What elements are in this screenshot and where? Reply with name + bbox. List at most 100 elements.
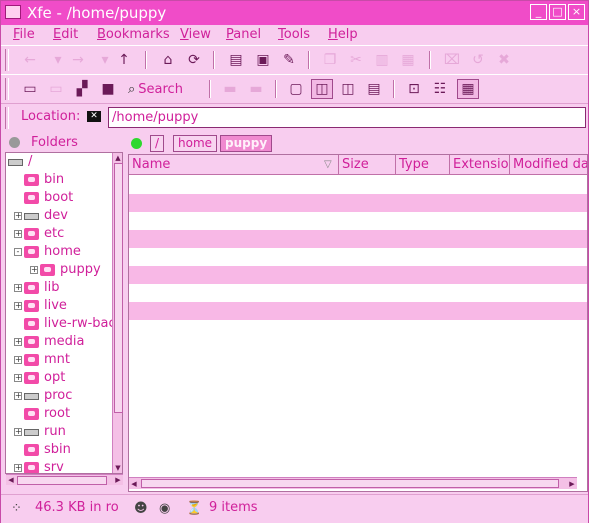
column-header-size[interactable]: Size (339, 155, 396, 175)
switch-panels-icon[interactable]: ▞ (71, 79, 93, 99)
menu-view[interactable]: View (180, 27, 211, 42)
tree-two-panels-icon[interactable]: ▤ (363, 79, 385, 99)
tree-item[interactable]: root (6, 405, 122, 423)
tree-item[interactable]: bin (6, 171, 122, 189)
scroll-left-icon[interactable]: ◀ (6, 475, 16, 485)
filter-icon[interactable]: ⏳ (186, 501, 202, 516)
expand-icon[interactable]: + (14, 338, 22, 346)
clear-location-icon[interactable]: ✕ (87, 111, 101, 122)
toolbar-grip[interactable] (5, 49, 9, 71)
back-arrow-icon[interactable]: ← (19, 50, 41, 70)
expand-icon[interactable]: + (30, 266, 38, 274)
new-link-icon[interactable]: ✎ (278, 50, 300, 70)
close-button[interactable]: × (568, 4, 585, 20)
toolbar-grip[interactable] (5, 107, 9, 129)
file-hscroll-thumb[interactable] (141, 479, 559, 488)
tree-item[interactable]: + dev (6, 207, 122, 225)
expand-icon[interactable]: + (14, 356, 22, 364)
column-header-modified[interactable]: Modified date (510, 155, 587, 175)
trash-icon[interactable]: ⌧ (441, 50, 463, 70)
collapse-icon[interactable]: - (14, 248, 22, 256)
file-list[interactable]: Name ▽ Size Type Extension Modified date… (128, 154, 588, 492)
maximize-button[interactable]: □ (549, 4, 566, 20)
terminal-icon[interactable]: ▭ (19, 79, 41, 99)
one-panel-icon[interactable]: ▢ (285, 79, 307, 99)
tree-item[interactable]: + proc (6, 387, 122, 405)
tree-item[interactable]: live-rw-backend (6, 315, 122, 333)
forward-arrow-icon[interactable]: → (67, 50, 89, 70)
file-row[interactable]: StartupFolder2015年08月 (129, 212, 587, 230)
column-header-name[interactable]: Name ▽ (129, 155, 339, 175)
file-horizontal-scrollbar[interactable]: ◀ ▶ (129, 477, 577, 489)
small-icons-icon[interactable]: ☷ (429, 79, 451, 99)
file-row[interactable]: DirFileList.path20 bytesDocumentpath2014… (129, 248, 587, 266)
sync-panels-icon[interactable]: ▭ (45, 79, 67, 99)
column-header-type[interactable]: Type (396, 155, 450, 175)
tree-horizontal-scrollbar[interactable]: ◀ ▶ (6, 474, 123, 485)
copy-icon[interactable]: ❐ (319, 50, 341, 70)
paste-icon[interactable]: ▥ (371, 50, 393, 70)
expand-icon[interactable]: + (14, 374, 22, 382)
folder-tree[interactable]: / bin boot + dev + etc - home + puppy + lib + live live… (5, 152, 123, 474)
tree-hscroll-thumb[interactable] (17, 476, 107, 485)
crumb-puppy[interactable]: puppy (220, 135, 273, 152)
file-row[interactable]: ..Folder2016年03月 (129, 176, 587, 194)
menu-edit[interactable]: Edit (53, 27, 78, 42)
tree-vertical-scrollbar[interactable]: ▲ ▼ (112, 153, 123, 473)
tree-scroll-thumb[interactable] (114, 163, 123, 413)
column-header-extension[interactable]: Extension (450, 155, 510, 175)
tree-item[interactable]: + puppy (6, 261, 122, 279)
two-panels-icon[interactable]: ◫ (337, 79, 359, 99)
tree-item[interactable]: sbin (6, 441, 122, 459)
tree-item[interactable]: boot (6, 189, 122, 207)
menu-file[interactable]: File (13, 27, 35, 42)
file-row[interactable]: startup-icewm808 bytesExecutable2016年02月 (129, 302, 587, 320)
scroll-down-icon[interactable]: ▼ (113, 463, 123, 473)
expand-icon[interactable]: + (14, 464, 22, 472)
file-row[interactable]: mod-list13 bytesDocument2014年02月 (129, 266, 587, 284)
tree-one-panel-icon[interactable]: ◫ (311, 79, 333, 99)
mount-icon[interactable]: ▬ (219, 79, 241, 99)
expand-icon[interactable]: + (14, 230, 22, 238)
home-icon[interactable]: ⌂ (157, 50, 179, 70)
new-file-icon[interactable]: ▤ (225, 50, 247, 70)
up-arrow-icon[interactable]: ↑ (113, 50, 135, 70)
tree-item[interactable]: + live (6, 297, 122, 315)
scroll-right-icon[interactable]: ▶ (567, 479, 577, 489)
tree-item[interactable]: + etc (6, 225, 122, 243)
expand-icon[interactable]: + (14, 392, 22, 400)
tree-item[interactable]: + media (6, 333, 122, 351)
expand-icon[interactable]: + (14, 302, 22, 310)
delete-icon[interactable]: ✖ (493, 50, 515, 70)
tree-item[interactable]: + srv (6, 459, 122, 473)
display-icon[interactable]: ■ (97, 79, 119, 99)
toolbar-grip[interactable] (5, 78, 9, 100)
menu-help[interactable]: Help (328, 27, 358, 42)
scroll-right-icon[interactable]: ▶ (113, 475, 123, 485)
refresh-icon[interactable]: ⟳ (183, 50, 205, 70)
unmount-icon[interactable]: ▬ (245, 79, 267, 99)
expand-icon[interactable]: + (14, 212, 22, 220)
tree-item[interactable]: / (6, 153, 122, 171)
cut-icon[interactable]: ✂ (345, 50, 367, 70)
expand-icon[interactable]: + (14, 428, 22, 436)
file-row[interactable]: desktop.jpg25 bytesLink to...jpg2015年08月 (129, 230, 587, 248)
new-folder-icon[interactable]: ▣ (252, 50, 274, 70)
search-button[interactable]: ⌕ Search (128, 79, 183, 99)
title-bar[interactable]: Xfe - /home/puppy _ □ × (1, 1, 588, 25)
big-icons-icon[interactable]: ⊡ (403, 79, 425, 99)
menu-tools[interactable]: Tools (278, 27, 310, 42)
properties-icon[interactable]: ▦ (397, 50, 419, 70)
file-row[interactable]: startup-jwm710 bytesExecutable2016年02月 (129, 320, 587, 338)
file-row[interactable]: startup23 bytesLink to...2015年08月 (129, 284, 587, 302)
minimize-button[interactable]: _ (530, 4, 547, 20)
location-input[interactable] (108, 107, 586, 128)
expand-icon[interactable]: + (14, 284, 22, 292)
tree-item[interactable]: + mnt (6, 351, 122, 369)
dropdown-arrow-icon[interactable]: ▾ (47, 50, 69, 70)
tree-item[interactable]: + run (6, 423, 122, 441)
tree-item[interactable]: - home (6, 243, 122, 261)
crumb-root[interactable]: / (150, 135, 165, 152)
file-row[interactable]: DownloadsFolder2016年03月 (129, 194, 587, 212)
restore-icon[interactable]: ↺ (467, 50, 489, 70)
